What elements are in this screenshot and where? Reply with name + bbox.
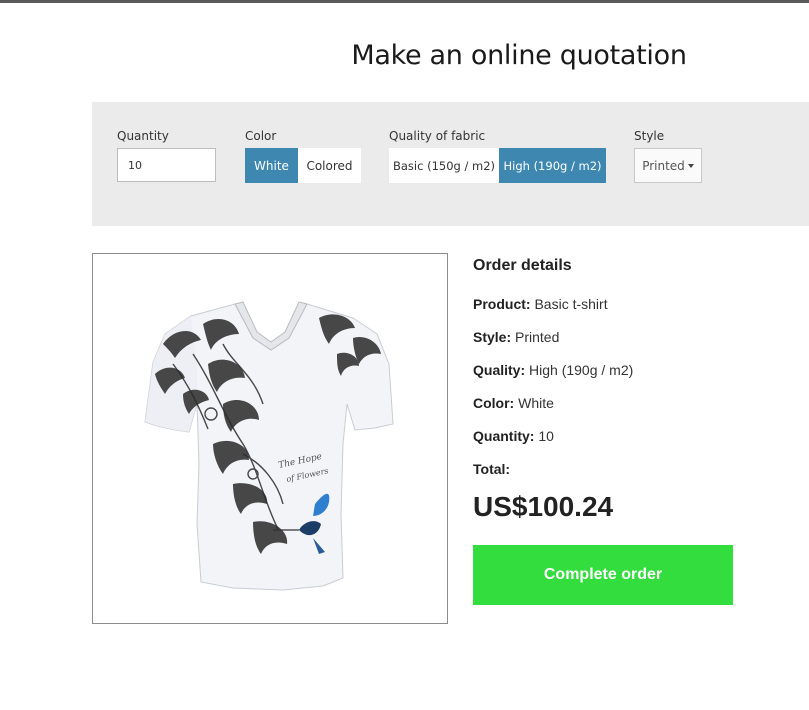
tshirt-illustration: The Hope of Flowers bbox=[144, 301, 394, 591]
color-option-white[interactable]: White bbox=[245, 148, 298, 183]
style-dropdown[interactable]: Printed bbox=[634, 148, 702, 183]
order-color-key: Color: bbox=[473, 395, 515, 411]
quantity-label: Quantity bbox=[117, 129, 169, 143]
quality-label: Quality of fabric bbox=[389, 129, 486, 143]
order-color-value: White bbox=[518, 395, 554, 411]
quality-option-basic[interactable]: Basic (150g / m2) bbox=[389, 148, 499, 183]
order-product-line: Product: Basic t-shirt bbox=[473, 296, 608, 312]
order-quantity-key: Quantity: bbox=[473, 428, 535, 444]
order-quality-key: Quality: bbox=[473, 362, 526, 378]
complete-order-button[interactable]: Complete order bbox=[473, 545, 733, 605]
order-total-key: Total: bbox=[473, 461, 511, 477]
order-style-line: Style: Printed bbox=[473, 329, 559, 345]
order-product-key: Product: bbox=[473, 296, 531, 312]
order-quantity-value: 10 bbox=[538, 428, 554, 444]
color-option-colored[interactable]: Colored bbox=[298, 148, 361, 183]
order-quantity-line: Quantity: 10 bbox=[473, 428, 554, 444]
caret-down-icon bbox=[687, 163, 694, 168]
order-style-value: Printed bbox=[515, 329, 560, 345]
color-label: Color bbox=[245, 129, 277, 143]
top-border bbox=[0, 0, 809, 3]
order-product-value: Basic t-shirt bbox=[534, 296, 608, 312]
style-label: Style bbox=[634, 129, 665, 143]
quantity-input[interactable] bbox=[117, 148, 216, 182]
order-details-title: Order details bbox=[473, 257, 572, 274]
quality-option-high[interactable]: High (190g / m2) bbox=[499, 148, 606, 183]
order-quality-value: High (190g / m2) bbox=[529, 362, 634, 378]
style-dropdown-value: Printed bbox=[642, 158, 685, 173]
quotation-config-panel: Quantity Color White Colored Quality of … bbox=[92, 102, 809, 226]
order-color-line: Color: White bbox=[473, 395, 554, 411]
order-total-line: Total: bbox=[473, 461, 510, 477]
page-title: Make an online quotation bbox=[351, 40, 687, 71]
order-quality-line: Quality: High (190g / m2) bbox=[473, 362, 633, 378]
product-image: The Hope of Flowers bbox=[92, 253, 448, 624]
order-total-price: US$100.24 bbox=[473, 491, 614, 522]
order-style-key: Style: bbox=[473, 329, 512, 345]
